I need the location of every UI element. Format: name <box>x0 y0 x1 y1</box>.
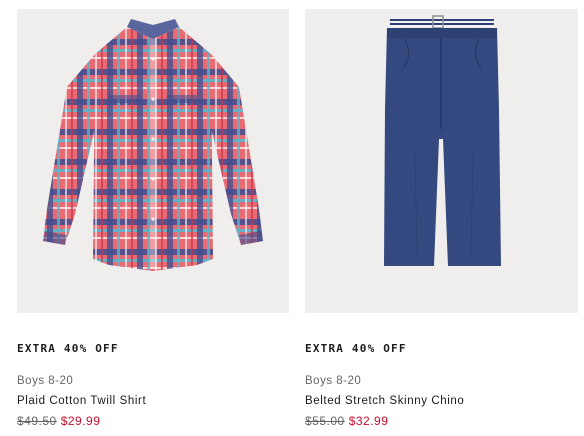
price-row: $49.50 $29.99 <box>17 414 100 428</box>
sale-price: $29.99 <box>60 414 101 428</box>
original-price: $49.50 <box>17 414 57 428</box>
product-card-plaid-shirt[interactable]: EXTRA 40% OFF Boys 8-20 Plaid Cotton Twi… <box>17 9 289 428</box>
chino-illustration <box>384 15 501 266</box>
product-name[interactable]: Plaid Cotton Twill Shirt <box>17 395 146 407</box>
promo-label: EXTRA 40% OFF <box>17 342 119 355</box>
price-row: $55.00 $32.99 <box>305 414 388 428</box>
product-category: Boys 8-20 <box>305 375 362 387</box>
plaid-shirt-illustration <box>43 19 263 271</box>
product-card-chino[interactable]: EXTRA 40% OFF Boys 8-20 Belted Stretch S… <box>305 9 578 428</box>
product-image-chino[interactable] <box>305 9 578 313</box>
promo-label: EXTRA 40% OFF <box>305 342 407 355</box>
sale-price: $32.99 <box>348 414 389 428</box>
product-name[interactable]: Belted Stretch Skinny Chino <box>305 395 464 407</box>
product-category: Boys 8-20 <box>17 375 74 387</box>
original-price: $55.00 <box>305 414 345 428</box>
product-image-plaid-shirt[interactable] <box>17 9 289 313</box>
